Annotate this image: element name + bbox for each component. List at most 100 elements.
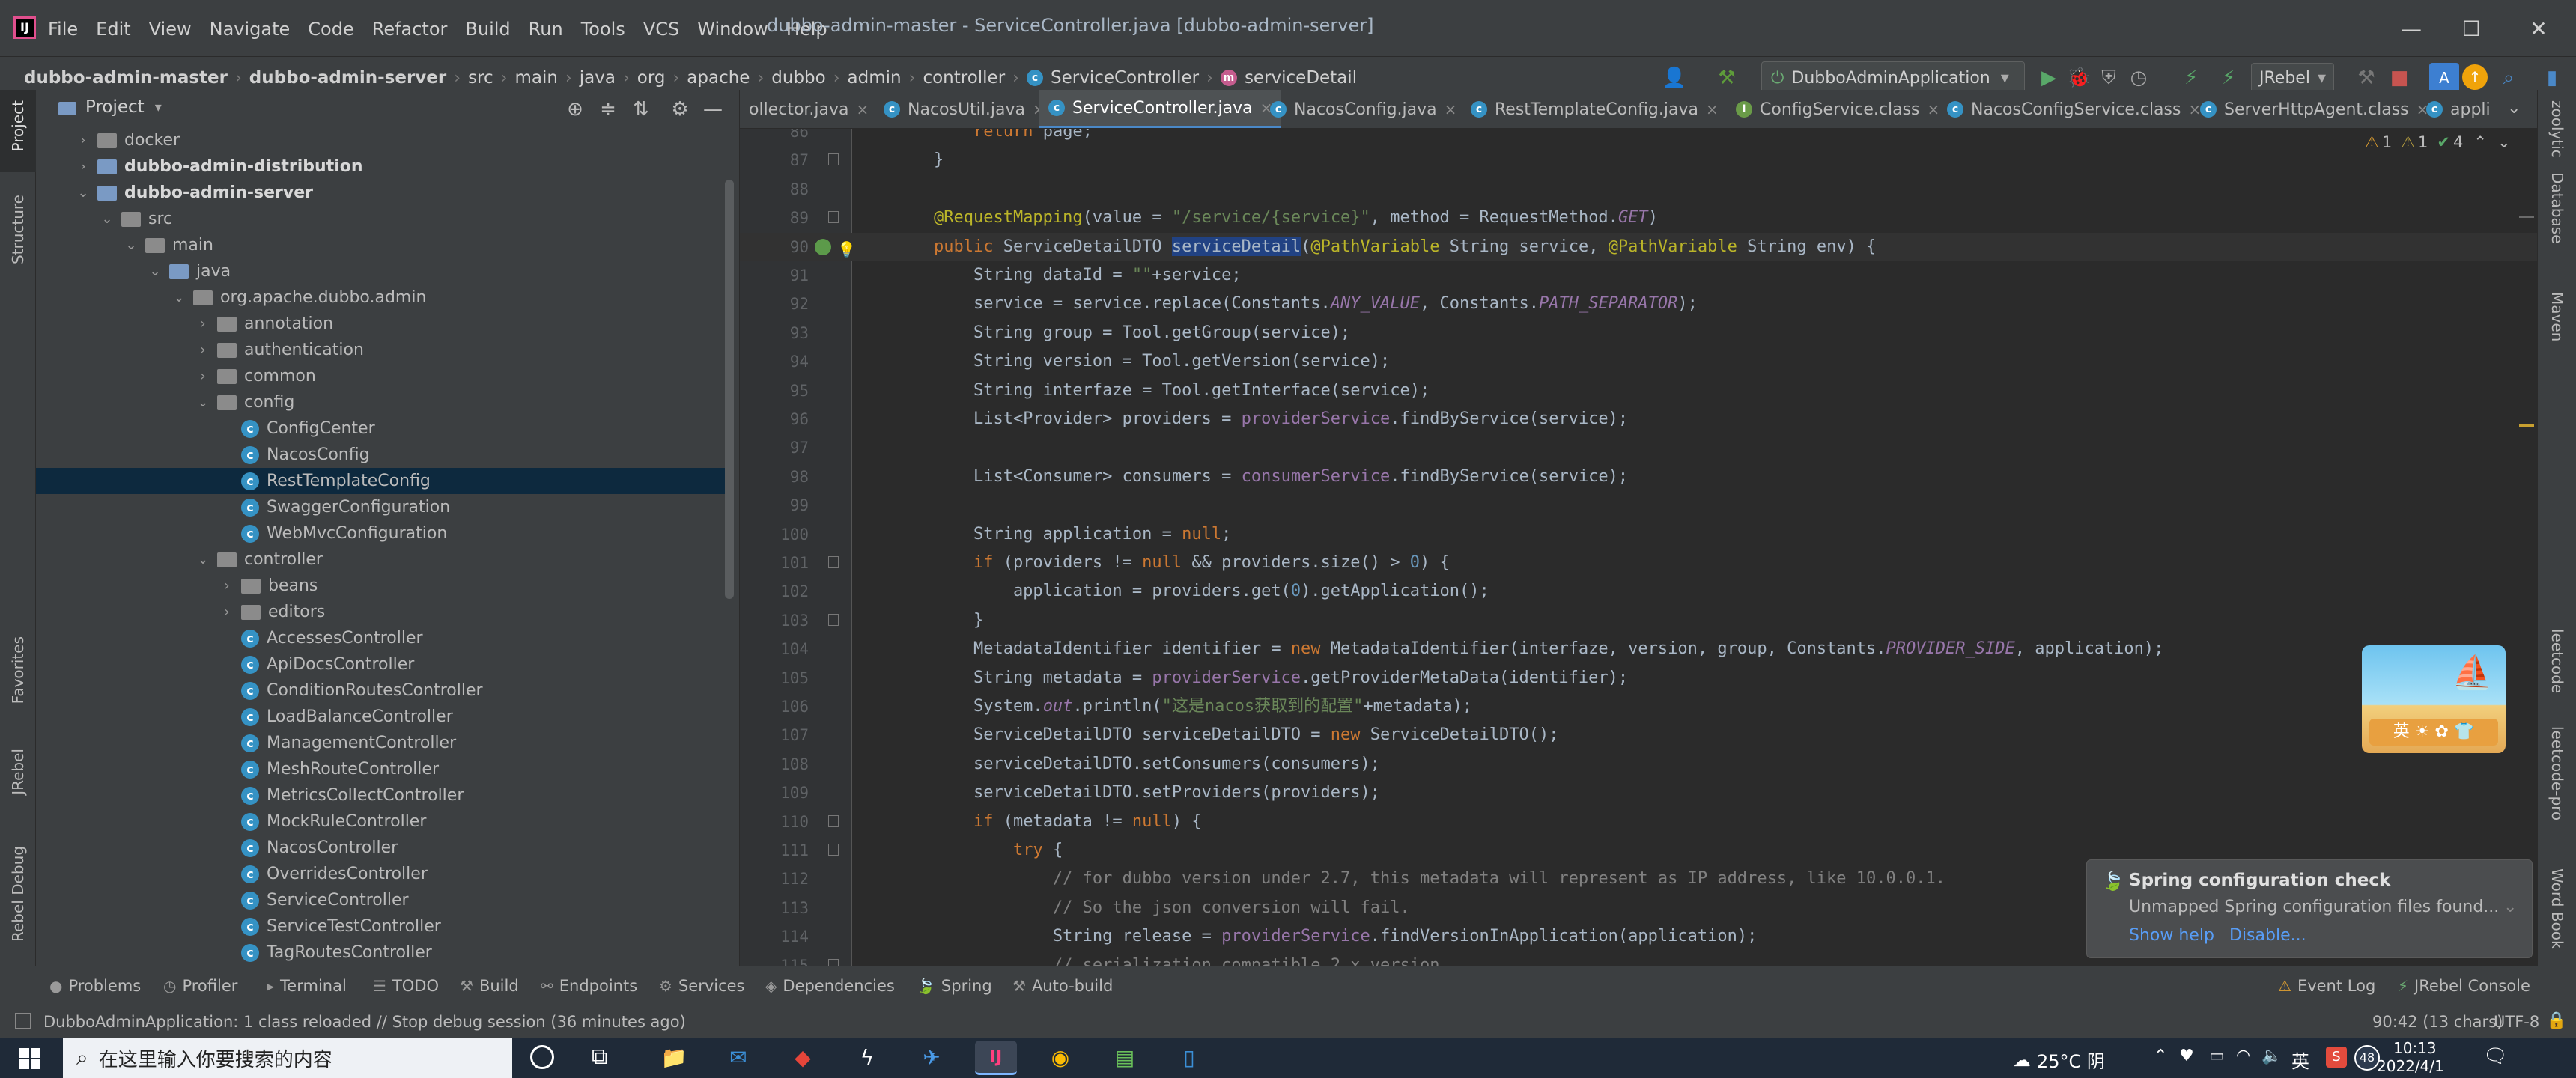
translate-icon[interactable]: A	[2429, 63, 2459, 93]
menu-window[interactable]: Window	[697, 19, 768, 40]
tab-event-log[interactable]: ⚠ Event Log	[2278, 966, 2375, 1005]
breadcrumb-item[interactable]: src	[468, 68, 493, 88]
menu-navigate[interactable]: Navigate	[210, 19, 291, 40]
chevron-right-icon[interactable]: ›	[75, 133, 91, 148]
close-icon[interactable]: ×	[857, 100, 869, 118]
spring-mapping-icon[interactable]	[815, 238, 831, 255]
tab-nacosconfigservice[interactable]: c NacosConfigService.class ×	[1938, 90, 2210, 128]
lightbulb-icon[interactable]: 💡	[837, 240, 856, 258]
chevron-up-icon[interactable]: ⌃	[2473, 133, 2487, 151]
menu-tools[interactable]: Tools	[581, 19, 625, 40]
menu-code[interactable]: Code	[308, 19, 353, 40]
breadcrumb-item[interactable]: java	[580, 68, 616, 88]
tab-nacosutil[interactable]: cNacosUtil.java×	[875, 90, 1054, 128]
status-toggle-icon[interactable]	[15, 1013, 31, 1029]
stop-icon[interactable]: ■	[2384, 63, 2414, 93]
mail-icon[interactable]: ✉	[717, 1041, 759, 1075]
tab-leetcode[interactable]: leetcode	[2548, 629, 2566, 693]
tree-item[interactable]: ⌄ controller	[36, 546, 725, 573]
chevron-right-icon[interactable]: ›	[219, 578, 235, 594]
tab-build[interactable]: ⚒ Build	[460, 966, 519, 1005]
menu-edit[interactable]: Edit	[96, 19, 130, 40]
app-bird-icon[interactable]: ✈	[911, 1041, 953, 1075]
cortana-icon[interactable]	[530, 1045, 554, 1069]
tree-item[interactable]: c MetricsCollectController	[36, 782, 725, 808]
tab-jrebel[interactable]: JRebel	[9, 749, 27, 795]
breadcrumb-item[interactable]: dubbo-admin-server	[249, 68, 446, 88]
tab-database[interactable]: Database	[2548, 172, 2566, 243]
tray-badge[interactable]: 48	[2354, 1045, 2380, 1071]
floating-dictionary-widget[interactable]: ⛵ 英 ☀ ✿ 👕	[2362, 645, 2506, 753]
fold-marker-icon[interactable]	[828, 211, 839, 224]
file-explorer-icon[interactable]: 📁	[653, 1041, 695, 1075]
close-icon[interactable]: ×	[1706, 100, 1719, 118]
tab-services[interactable]: ⚙ Services	[659, 966, 745, 1005]
run-icon[interactable]: ▶	[2034, 63, 2064, 93]
chrome-icon[interactable]: ◉	[1039, 1041, 1081, 1075]
tab-profiler[interactable]: ◷ Profiler	[163, 966, 237, 1005]
close-icon[interactable]: ×	[1445, 100, 1457, 118]
close-button[interactable]: ✕	[2516, 10, 2561, 48]
tree-item[interactable]: c AccessesController	[36, 625, 725, 651]
chevron-right-icon[interactable]: ›	[195, 368, 211, 384]
tree-item[interactable]: c ManagementController	[36, 730, 725, 756]
lock-icon[interactable]: 🔒	[2546, 1011, 2566, 1030]
fold-marker-icon[interactable]	[828, 556, 839, 568]
fold-marker-icon[interactable]	[828, 613, 839, 626]
tree-item[interactable]: c SwaggerConfiguration	[36, 494, 725, 520]
collapse-all-icon[interactable]: ⇅	[626, 94, 656, 124]
breadcrumb-item[interactable]: main	[514, 68, 557, 88]
breadcrumb-item[interactable]: org	[637, 68, 666, 88]
breadcrumb-item[interactable]: dubbo	[771, 68, 825, 88]
chevron-right-icon[interactable]: ›	[195, 342, 211, 358]
network-icon[interactable]: ▭	[2209, 1047, 2225, 1065]
taskbar-time[interactable]: 10:13	[2393, 1039, 2437, 1057]
tab-auto-build[interactable]: ⚒ Auto-build	[1012, 966, 1113, 1005]
menu-build[interactable]: Build	[465, 19, 510, 40]
tree-item[interactable]: c ConfigCenter	[36, 415, 725, 442]
tree-item[interactable]: › annotation	[36, 311, 725, 337]
breadcrumb-item[interactable]: c ServiceController	[1026, 68, 1199, 88]
tab-list-chevron-icon[interactable]: ⌄	[2507, 99, 2521, 118]
chevron-right-icon[interactable]: ›	[219, 604, 235, 620]
gear-icon[interactable]: ⚙	[665, 94, 695, 124]
chevron-down-icon[interactable]: ⌄	[147, 264, 163, 279]
tab-endpoints[interactable]: ⚯ Endpoints	[541, 966, 637, 1005]
tree-item[interactable]: › authentication	[36, 337, 725, 363]
expand-chevron-icon[interactable]: ⌄	[2503, 898, 2517, 916]
breadcrumb-item[interactable]: m serviceDetail	[1220, 68, 1357, 88]
tab-appli[interactable]: c appli	[2417, 90, 2500, 128]
tree-item[interactable]: › common	[36, 363, 725, 389]
tree-item[interactable]: c MeshRouteController	[36, 756, 725, 782]
build-hammer-icon[interactable]: ⚒	[1712, 63, 1742, 93]
minimize-button[interactable]: —	[2389, 10, 2434, 48]
tree-item[interactable]: ⌄ java	[36, 258, 725, 284]
attach-icon[interactable]: ⚒	[2351, 63, 2381, 93]
tab-spring[interactable]: 🍃 Spring	[917, 966, 992, 1005]
task-view-icon[interactable]: ⧉	[592, 1044, 607, 1070]
tab-terminal[interactable]: ▸ Terminal	[267, 966, 347, 1005]
tab-leetcode-pro[interactable]: leetcode-pro	[2548, 726, 2566, 820]
breadcrumb-item[interactable]: admin	[848, 68, 902, 88]
tab-structure[interactable]: Structure	[9, 195, 27, 264]
tree-item[interactable]: c ApiDocsController	[36, 651, 725, 677]
search-everywhere-icon[interactable]: ⌕	[2494, 63, 2524, 93]
tree-item[interactable]: ⌄ src	[36, 206, 725, 232]
tab-serverhttpagent[interactable]: c ServerHttpAgent.class ×	[2191, 90, 2437, 128]
tree-item[interactable]: c NacosController	[36, 835, 725, 861]
tree-item[interactable]: c WebMvcConfiguration	[36, 520, 725, 546]
tab-todo[interactable]: ☰ TODO	[373, 966, 439, 1005]
menu-view[interactable]: View	[149, 19, 192, 40]
profiler-icon[interactable]: ◷	[2124, 63, 2154, 93]
user-icon[interactable]: 👤	[1659, 63, 1689, 93]
tree-item[interactable]: ⌄ config	[36, 389, 725, 415]
intellij-taskbar-icon[interactable]: IJ	[975, 1041, 1017, 1075]
chevron-down-icon[interactable]: ⌄	[171, 290, 187, 305]
weather[interactable]: ☁ 25°C 阴	[2013, 1047, 2105, 1073]
spring-notification[interactable]: 🍃 Spring configuration check Unmapped Sp…	[2086, 859, 2533, 958]
fold-marker-icon[interactable]	[828, 814, 839, 827]
maximize-button[interactable]: ☐	[2449, 10, 2494, 48]
tree-item[interactable]: c ServiceController	[36, 887, 725, 913]
jrebel-debug-icon[interactable]: ⚡	[2214, 63, 2244, 93]
jrebel-selector[interactable]: JRebel ▾	[2251, 63, 2334, 93]
